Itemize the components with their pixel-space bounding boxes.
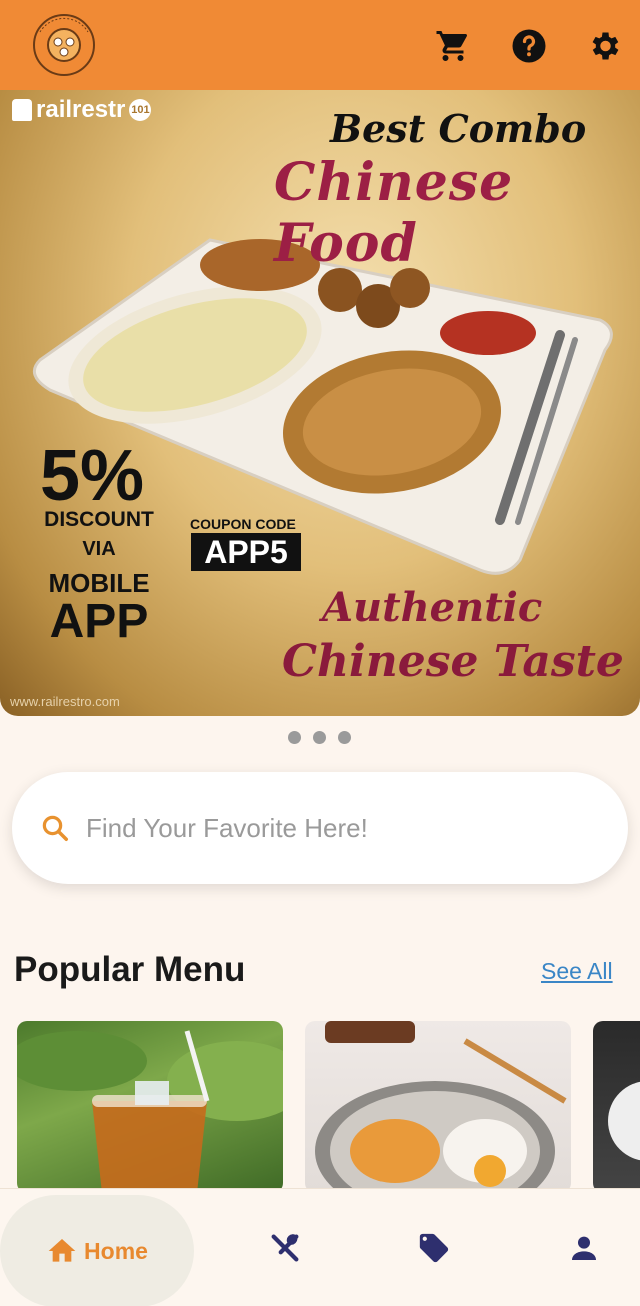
menu-card-chicken-rice[interactable]: [305, 1021, 571, 1193]
chicken-rice-image: [315, 1021, 567, 1193]
menu-card-iced-tea[interactable]: [17, 1021, 283, 1193]
help-button[interactable]: [509, 26, 549, 66]
app-label: APP: [49, 595, 149, 648]
carousel-indicator: [288, 731, 351, 744]
banner-headline-1: Best Combo: [330, 106, 587, 151]
banner-headline-2: Chinese Food: [274, 152, 514, 274]
search-icon: [42, 815, 68, 841]
nav-menu[interactable]: [268, 1231, 302, 1265]
see-all-link[interactable]: See All: [541, 958, 613, 985]
section-title: Popular Menu: [14, 950, 246, 989]
banner-url: www.railrestro.com: [10, 694, 120, 709]
brand-name: railrestr: [36, 96, 126, 123]
tag-icon: [419, 1233, 449, 1263]
menu-card-rice-dish[interactable]: [593, 1021, 640, 1193]
carousel-dot[interactable]: [338, 731, 351, 744]
dining-icon: [271, 1234, 299, 1262]
nav-home-label: Home: [84, 1237, 148, 1264]
tagline-2: Chinese Taste: [282, 636, 624, 687]
coupon-label: COUPON CODE: [190, 516, 296, 532]
rice-dish-image: [608, 1081, 640, 1161]
nav-offers[interactable]: [417, 1231, 451, 1265]
coupon-code: APP5: [191, 533, 301, 571]
person-icon: [572, 1236, 596, 1260]
bottom-navigation: Home: [0, 1188, 640, 1306]
discount-percent: 5%: [40, 436, 145, 516]
search-bar[interactable]: [12, 772, 628, 884]
iced-tea-image: [17, 1030, 283, 1193]
promo-banner[interactable]: railrestr 101 Best Combo Chinese Food 5%…: [0, 90, 640, 716]
cart-button[interactable]: [433, 26, 473, 66]
help-icon: [512, 29, 546, 63]
via-label: VIA: [82, 538, 116, 560]
discount-label: DISCOUNT: [44, 508, 154, 531]
tagline-1: Authentic: [322, 584, 543, 631]
home-icon: [48, 1239, 76, 1262]
cart-icon: [436, 31, 468, 61]
app-header: [0, 0, 640, 90]
settings-button[interactable]: [584, 26, 624, 66]
carousel-dot[interactable]: [313, 731, 326, 744]
train-icon: [12, 99, 32, 121]
gear-icon: [592, 32, 619, 60]
nav-home[interactable]: Home: [0, 1195, 194, 1306]
dynasty-kitchen-logo[interactable]: [26, 12, 102, 78]
brand-mark-icon: 101: [129, 99, 152, 121]
nav-profile[interactable]: [567, 1231, 601, 1265]
carousel-dot[interactable]: [288, 731, 301, 744]
railrestro-brand: railrestr 101: [12, 96, 152, 124]
search-input[interactable]: [86, 812, 566, 844]
